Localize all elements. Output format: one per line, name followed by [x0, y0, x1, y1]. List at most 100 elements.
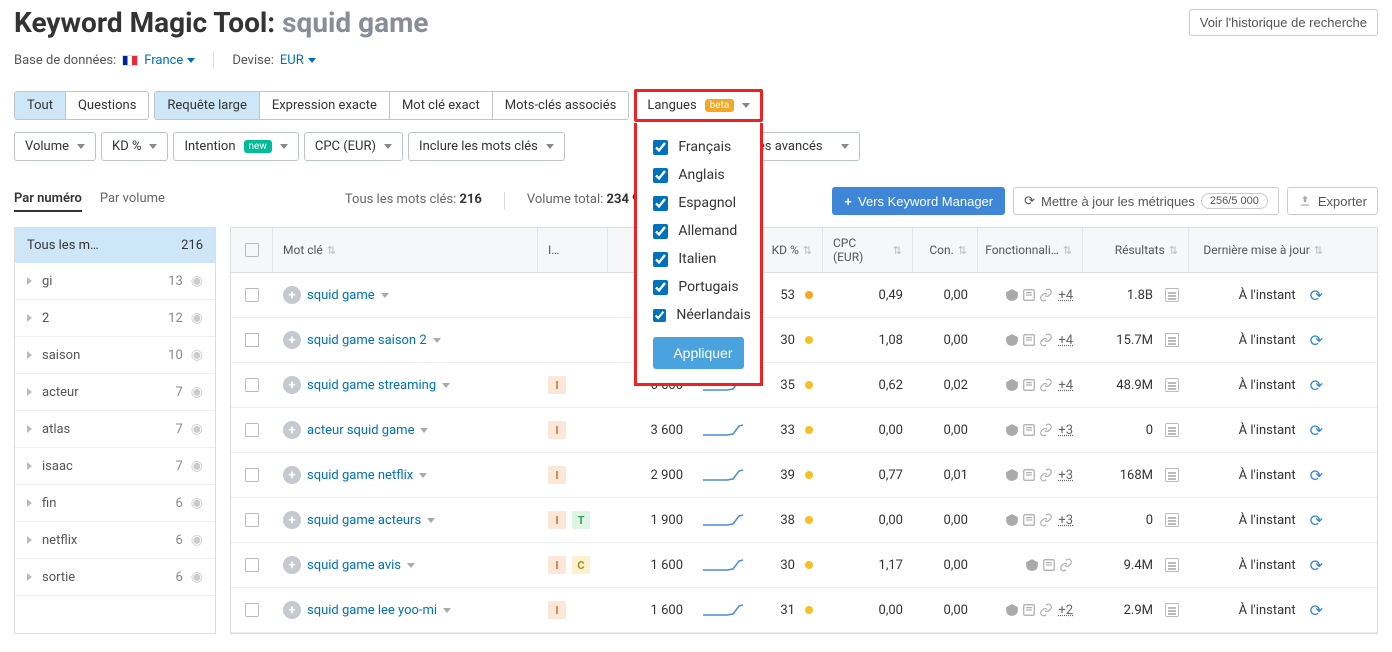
- chevron-down-icon[interactable]: [433, 338, 441, 343]
- eye-icon[interactable]: ◉: [191, 384, 203, 400]
- history-button[interactable]: Voir l'historique de recherche: [1189, 9, 1378, 36]
- language-checkbox[interactable]: [653, 252, 668, 267]
- chevron-down-icon[interactable]: [442, 383, 450, 388]
- sidebar-item[interactable]: gi13◉: [15, 263, 215, 300]
- keyword-link[interactable]: squid game streaming: [307, 378, 436, 393]
- add-keyword-button[interactable]: +: [283, 556, 301, 574]
- sidebar-item[interactable]: fin6◉: [15, 485, 215, 522]
- eye-icon[interactable]: ◉: [191, 532, 203, 548]
- add-keyword-button[interactable]: +: [283, 466, 301, 484]
- serp-more-link[interactable]: +4: [1058, 288, 1073, 303]
- sidebar-header[interactable]: Tous les m… 216: [15, 228, 215, 263]
- serp-snapshot-icon[interactable]: [1165, 468, 1179, 482]
- update-metrics-button[interactable]: ⟳ Mettre à jour les métriques 256/5 000: [1013, 187, 1279, 215]
- sidebar-item[interactable]: sortie6◉: [15, 559, 215, 596]
- serp-more-link[interactable]: +4: [1058, 378, 1073, 393]
- refresh-icon[interactable]: ⟳: [1310, 556, 1323, 575]
- row-checkbox[interactable]: [245, 558, 259, 572]
- eye-icon[interactable]: ◉: [191, 347, 203, 363]
- serp-more-link[interactable]: +3: [1058, 468, 1073, 483]
- language-option[interactable]: Portugais: [653, 273, 744, 301]
- row-checkbox[interactable]: [245, 288, 259, 302]
- row-checkbox[interactable]: [245, 333, 259, 347]
- add-keyword-button[interactable]: +: [283, 421, 301, 439]
- scope-all[interactable]: Tout: [15, 92, 66, 119]
- sort-by-volume[interactable]: Par volume: [100, 191, 165, 212]
- language-option[interactable]: Espagnol: [653, 189, 744, 217]
- keyword-link[interactable]: acteur squid game: [307, 423, 414, 438]
- add-keyword-button[interactable]: +: [283, 601, 301, 619]
- eye-icon[interactable]: ◉: [191, 273, 203, 289]
- match-exact[interactable]: Mot clé exact: [390, 92, 493, 119]
- refresh-icon[interactable]: ⟳: [1310, 421, 1323, 440]
- keyword-link[interactable]: squid game acteurs: [307, 513, 421, 528]
- add-keyword-button[interactable]: +: [283, 511, 301, 529]
- sidebar-item[interactable]: acteur7◉: [15, 374, 215, 411]
- serp-snapshot-icon[interactable]: [1165, 558, 1179, 572]
- row-checkbox[interactable]: [245, 423, 259, 437]
- to-keyword-manager-button[interactable]: +Vers Keyword Manager: [832, 187, 1005, 215]
- language-option[interactable]: Italien: [653, 245, 744, 273]
- intention-filter[interactable]: Intentionnew: [173, 132, 298, 161]
- serp-more-link[interactable]: +3: [1058, 513, 1073, 528]
- serp-snapshot-icon[interactable]: [1165, 423, 1179, 437]
- sidebar-item[interactable]: saison10◉: [15, 337, 215, 374]
- match-phrase[interactable]: Expression exacte: [260, 92, 390, 119]
- serp-snapshot-icon[interactable]: [1165, 333, 1179, 347]
- keyword-link[interactable]: squid game avis: [307, 558, 401, 573]
- currency-selector[interactable]: Devise: EUR: [232, 53, 315, 68]
- col-intent[interactable]: I…: [538, 228, 608, 272]
- scope-questions[interactable]: Questions: [66, 92, 148, 119]
- row-checkbox[interactable]: [245, 603, 259, 617]
- keyword-link[interactable]: squid game: [307, 288, 375, 303]
- add-keyword-button[interactable]: +: [283, 331, 301, 349]
- sidebar-item[interactable]: isaac7◉: [15, 448, 215, 485]
- language-checkbox[interactable]: [653, 196, 668, 211]
- col-updated[interactable]: Dernière mise à jour⇅: [1189, 228, 1333, 272]
- languages-button[interactable]: Langues beta: [637, 92, 760, 119]
- eye-icon[interactable]: ◉: [191, 310, 203, 326]
- col-kd[interactable]: KD %⇅: [753, 228, 823, 272]
- sidebar-item[interactable]: atlas7◉: [15, 411, 215, 448]
- eye-icon[interactable]: ◉: [191, 458, 203, 474]
- eye-icon[interactable]: ◉: [191, 495, 203, 511]
- row-checkbox[interactable]: [245, 468, 259, 482]
- include-filter[interactable]: Inclure les mots clés: [408, 132, 565, 161]
- refresh-icon[interactable]: ⟳: [1310, 511, 1323, 530]
- match-related[interactable]: Mots-clés associés: [493, 92, 629, 119]
- apply-button[interactable]: Appliquer: [653, 337, 744, 369]
- serp-more-link[interactable]: +4: [1058, 333, 1073, 348]
- language-checkbox[interactable]: [653, 280, 668, 295]
- serp-snapshot-icon[interactable]: [1165, 513, 1179, 527]
- add-keyword-button[interactable]: +: [283, 376, 301, 394]
- eye-icon[interactable]: ◉: [191, 569, 203, 585]
- serp-more-link[interactable]: +2: [1058, 603, 1073, 618]
- row-checkbox[interactable]: [245, 378, 259, 392]
- chevron-down-icon[interactable]: [420, 428, 428, 433]
- keyword-link[interactable]: squid game netflix: [307, 468, 413, 483]
- row-checkbox[interactable]: [245, 513, 259, 527]
- add-keyword-button[interactable]: +: [283, 286, 301, 304]
- cpc-filter[interactable]: CPC (EUR): [304, 132, 403, 161]
- export-button[interactable]: Exporter: [1287, 187, 1378, 215]
- chevron-down-icon[interactable]: [381, 293, 389, 298]
- sort-by-number[interactable]: Par numéro: [14, 191, 82, 212]
- kd-filter[interactable]: KD %: [101, 132, 168, 161]
- chevron-down-icon[interactable]: [407, 563, 415, 568]
- refresh-icon[interactable]: ⟳: [1310, 601, 1323, 620]
- chevron-down-icon[interactable]: [419, 473, 427, 478]
- keyword-link[interactable]: squid game lee yoo-mi: [307, 603, 437, 618]
- chevron-down-icon[interactable]: [443, 608, 451, 613]
- language-checkbox[interactable]: [653, 140, 668, 155]
- language-option[interactable]: Anglais: [653, 161, 744, 189]
- language-checkbox[interactable]: [653, 168, 668, 183]
- refresh-icon[interactable]: ⟳: [1310, 331, 1323, 350]
- col-results[interactable]: Résultats⇅: [1083, 228, 1189, 272]
- refresh-icon[interactable]: ⟳: [1310, 466, 1323, 485]
- language-option[interactable]: Allemand: [653, 217, 744, 245]
- serp-snapshot-icon[interactable]: [1165, 603, 1179, 617]
- col-con[interactable]: Con.⇅: [913, 228, 978, 272]
- match-broad[interactable]: Requête large: [155, 92, 259, 119]
- col-cpc[interactable]: CPC (EUR)⇅: [823, 228, 913, 272]
- language-checkbox[interactable]: [653, 308, 666, 323]
